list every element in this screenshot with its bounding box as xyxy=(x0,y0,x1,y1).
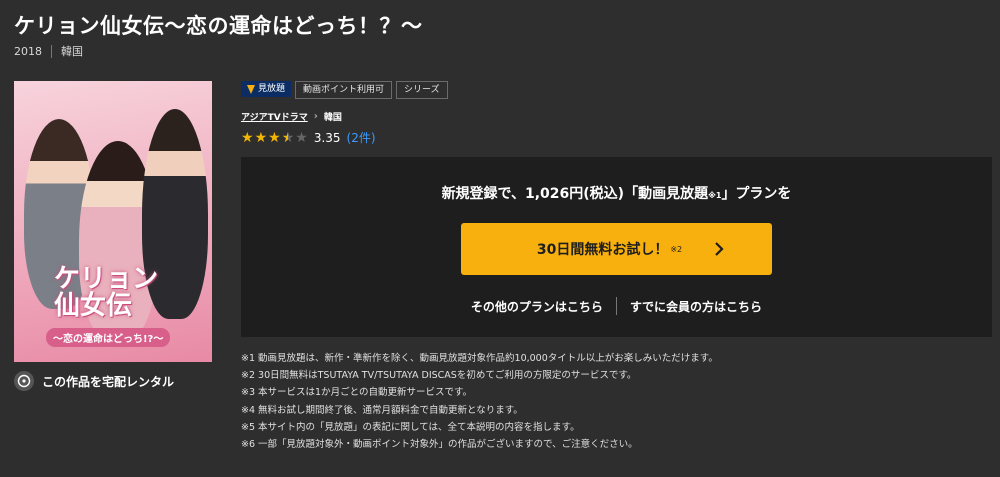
poster-title: ケリョン 仙女伝 xyxy=(54,264,159,322)
note-item: ※1 動画見放題は、新作・準新作を除く、動画見放題対象作品約10,000タイトル… xyxy=(241,353,718,364)
divider xyxy=(615,297,617,315)
breadcrumb-genre[interactable]: アジアTVドラマ xyxy=(241,110,308,123)
star-icon: ★ xyxy=(268,129,281,146)
free-trial-note: ※2 xyxy=(670,244,683,254)
rental-link[interactable]: この作品を宅配レンタル xyxy=(14,371,174,391)
rental-label: この作品を宅配レンタル xyxy=(42,374,175,389)
plan-headline-note: ※1 xyxy=(708,191,722,200)
tag-list: 見放題 動画ポイント利用可 シリーズ xyxy=(241,81,448,99)
plan-headline: 新規登録で、1,026円(税込)「動画見放題※1」プランを xyxy=(241,183,992,203)
star-rating: ★ ★ ★ ★ ★ xyxy=(241,131,308,145)
note-item: ※5 本サイト内の「見放題」の表記に関しては、全て本説明の内容を指します。 xyxy=(241,421,580,433)
poster-subtitle: 〜恋の運命はどっち!?〜 xyxy=(46,328,171,347)
notes: ※1 動画見放題は、新作・準新作を除く、動画見放題対象作品約10,000タイトル… xyxy=(241,350,718,453)
rating: ★ ★ ★ ★ ★ 3.35 (2件) xyxy=(241,129,376,146)
note-item: ※2 30日間無料はTSUTAYA TV/TSUTAYA DISCASを初めてご… xyxy=(241,370,637,382)
plan-headline-text: 新規登録で、1,026円(税込)「動画見放題 xyxy=(441,186,709,202)
chevron-right-icon xyxy=(715,242,724,256)
tag-series[interactable]: シリーズ xyxy=(396,81,448,99)
rating-score: 3.35 xyxy=(313,130,341,145)
note-item: ※4 無料お試し期間終了後、通常月額料金で自動更新となります。 xyxy=(241,404,523,416)
star-icon: ★ xyxy=(281,129,295,146)
tag-mihodai-label: 見放題 xyxy=(258,84,286,94)
rental-icon xyxy=(14,371,34,391)
page-title: ケリョン仙女伝〜恋の運命はどっち！？〜 xyxy=(14,14,423,38)
star-icon: ★ xyxy=(254,129,268,146)
plan-panel: 新規登録で、1,026円(税込)「動画見放題※1」プランを 30日間無料お試し！… xyxy=(241,157,992,337)
breadcrumb: アジアTVドラマ › 韓国 xyxy=(241,110,342,123)
tag-points: 動画ポイント利用可 xyxy=(295,81,393,99)
plan-headline-suffix: 」プランを xyxy=(721,186,792,202)
year: 2018 xyxy=(14,44,42,58)
note-item: ※3 本サービスは1か月ごとの自動更新サービスです。 xyxy=(241,387,473,399)
plan-links: その他のプランはこちら すでに会員の方はこちら xyxy=(241,297,992,315)
free-trial-button[interactable]: 30日間無料お試し！ ※2 xyxy=(461,223,772,275)
free-trial-label: 30日間無料お試し！ xyxy=(536,242,669,258)
member-login-link[interactable]: すでに会員の方はこちら xyxy=(630,298,762,315)
country: 韓国 xyxy=(61,45,83,58)
review-count-link[interactable]: (2件) xyxy=(347,129,376,146)
note-item: ※6 一部「見放題対象外・動画ポイント対象外」の作品がございますので、ご注意くだ… xyxy=(241,439,638,451)
breadcrumb-country[interactable]: 韓国 xyxy=(324,110,342,123)
other-plans-link[interactable]: その他のプランはこちら xyxy=(471,298,603,315)
star-icon: ★ xyxy=(295,129,308,146)
meta-info: 2018 韓国 xyxy=(14,43,83,59)
star-icon: ★ xyxy=(241,129,254,146)
tag-mihodai: 見放題 xyxy=(241,81,292,97)
divider xyxy=(51,44,52,58)
chevron-right-icon: › xyxy=(313,111,318,122)
mihodai-icon xyxy=(247,84,255,94)
poster-image[interactable]: ケリョン 仙女伝 〜恋の運命はどっち!?〜 xyxy=(14,81,212,362)
